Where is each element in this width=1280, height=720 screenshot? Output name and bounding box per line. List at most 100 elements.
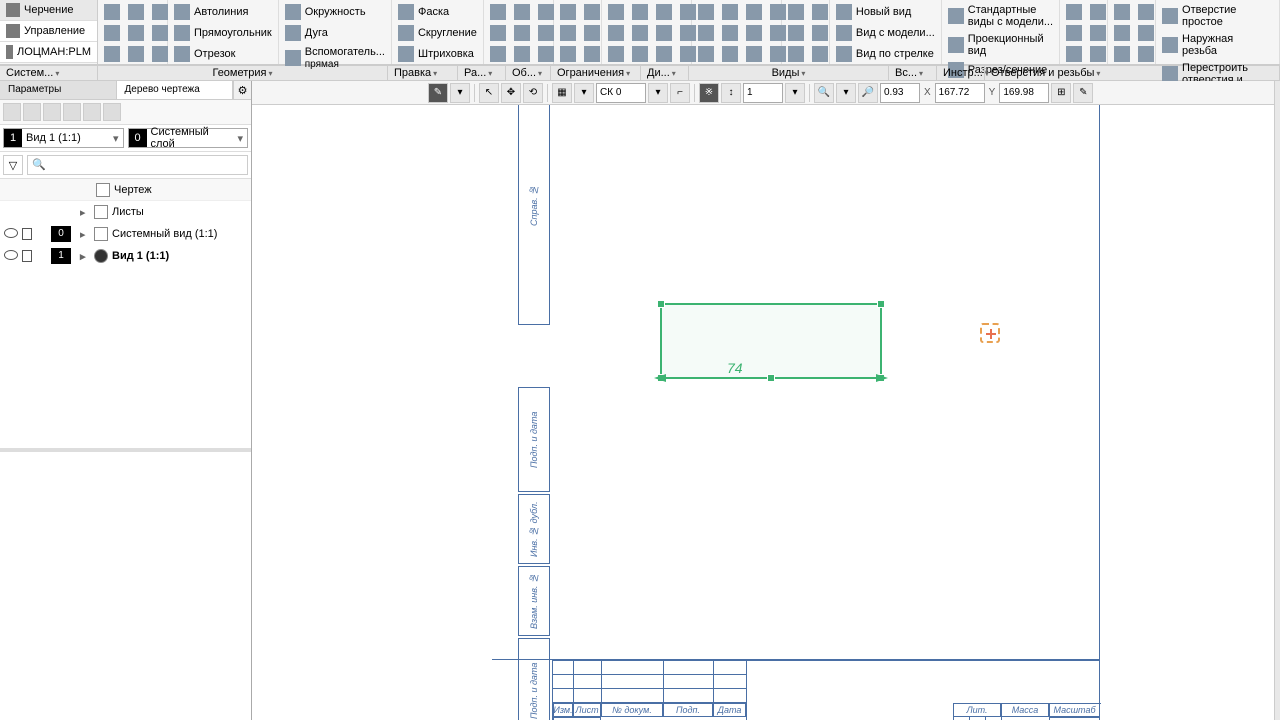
dropdown-arrow[interactable]: ▾ (450, 83, 470, 103)
vw-btn-3[interactable] (1062, 44, 1086, 64)
tab-plm[interactable]: ЛОЦМАН:PLM (0, 42, 97, 63)
vw-btn-6[interactable] (1086, 44, 1110, 64)
visibility-icon[interactable] (4, 250, 18, 260)
category-aux[interactable]: Вс...▾ (889, 66, 937, 80)
arc-button[interactable]: Дуга (281, 23, 389, 43)
snap-toggle[interactable]: ※ (699, 83, 719, 103)
tree-tb-6[interactable] (103, 103, 121, 121)
zoom-fit-button[interactable] (100, 44, 124, 64)
segment-button[interactable]: Отрезок (170, 44, 276, 64)
hatch-button[interactable]: Штриховка (394, 44, 481, 64)
std-views-button[interactable]: Стандартныевиды с модели... (944, 2, 1057, 30)
right-panel-strip[interactable] (1274, 81, 1280, 720)
dim-btn-4[interactable] (580, 2, 604, 22)
draw-mode-button[interactable]: ✎ (428, 83, 448, 103)
orbit-button[interactable]: ⟲ (523, 83, 543, 103)
print-button[interactable] (100, 23, 124, 43)
dim-btn-2[interactable] (556, 23, 580, 43)
coord-lock-button[interactable]: ⊞ (1051, 83, 1071, 103)
tree-tb-3[interactable] (43, 103, 61, 121)
visibility-icon[interactable] (4, 228, 18, 238)
diag-btn-3[interactable] (784, 44, 808, 64)
anno-btn-2[interactable] (604, 23, 628, 43)
ins-btn-3[interactable] (1110, 44, 1134, 64)
arrow-view-button[interactable]: Вид по стрелке (832, 44, 939, 64)
step-input[interactable] (743, 83, 783, 103)
tree-tb-5[interactable] (83, 103, 101, 121)
eyedropper-button[interactable]: ✎ (1073, 83, 1093, 103)
current-layer-select[interactable]: 0 Системный слой ▾ (128, 128, 249, 148)
zoom-out-button[interactable]: 🔎 (858, 83, 878, 103)
zoom-in-button[interactable]: 🔍 (814, 83, 834, 103)
autoline-button[interactable]: Автолиния (170, 2, 276, 22)
rectangle-button[interactable]: Прямоугольник (170, 23, 276, 43)
anno-btn-1[interactable] (604, 2, 628, 22)
model-view-button[interactable]: Вид с модели... (832, 23, 939, 43)
dim-btn-1[interactable] (556, 2, 580, 22)
category-edit[interactable]: Правка▾ (388, 66, 458, 80)
category-tools[interactable]: Инстр...▾ (937, 66, 985, 80)
filter-button[interactable]: ▽ (3, 155, 23, 175)
category-diag[interactable]: Ди...▾ (641, 66, 689, 80)
expand-icon[interactable]: ▸ (80, 228, 90, 241)
step-button[interactable]: ↕ (721, 83, 741, 103)
anno-btn-5[interactable] (628, 23, 652, 43)
category-anno[interactable]: Об...▾ (506, 66, 551, 80)
con-btn-1[interactable] (694, 2, 718, 22)
diag-btn-4[interactable] (808, 2, 832, 22)
tree-tb-2[interactable] (23, 103, 41, 121)
vw-btn-5[interactable] (1086, 23, 1110, 43)
anno-btn-6[interactable] (628, 44, 652, 64)
panel-tab-params[interactable]: Параметры (0, 81, 117, 99)
zoom-input[interactable] (880, 83, 920, 103)
vw-btn-1[interactable] (1062, 2, 1086, 22)
ins-btn-4[interactable] (1134, 2, 1158, 22)
con-btn-8[interactable] (742, 23, 766, 43)
ext-thread-button[interactable]: Наружнаярезьба (1158, 31, 1256, 59)
vw-btn-4[interactable] (1086, 2, 1110, 22)
dim-btn-3[interactable] (556, 44, 580, 64)
diag-btn-1[interactable] (784, 2, 808, 22)
grid-button[interactable]: ▦ (552, 83, 572, 103)
ins-btn-5[interactable] (1134, 23, 1158, 43)
expand-icon[interactable]: ▸ (80, 206, 90, 219)
x-coord-input[interactable] (935, 83, 985, 103)
edit-btn-1[interactable] (486, 2, 510, 22)
category-dim[interactable]: Ра...▾ (458, 66, 506, 80)
diag-btn-2[interactable] (784, 23, 808, 43)
edit-btn-5[interactable] (510, 23, 534, 43)
edit-btn-6[interactable] (510, 44, 534, 64)
vw-btn-2[interactable] (1062, 23, 1086, 43)
cs-select[interactable] (596, 83, 646, 103)
anno-btn-8[interactable] (652, 23, 676, 43)
dim-btn-5[interactable] (580, 23, 604, 43)
ortho-button[interactable]: ⌐ (670, 83, 690, 103)
fillet-button[interactable]: Скругление (394, 23, 481, 43)
open-file-button[interactable] (124, 2, 148, 22)
lock-icon[interactable] (22, 250, 32, 262)
diag-btn-5[interactable] (808, 23, 832, 43)
con-btn-4[interactable] (718, 2, 742, 22)
panel-tab-tree[interactable]: Дерево чертежа (117, 81, 234, 99)
con-btn-9[interactable] (742, 44, 766, 64)
edit-btn-3[interactable] (486, 44, 510, 64)
dim-btn-6[interactable] (580, 44, 604, 64)
cs-dropdown[interactable]: ▾ (648, 83, 668, 103)
zoom-dropdown[interactable]: ▾ (836, 83, 856, 103)
tree-search-input[interactable] (27, 155, 248, 175)
pan-button[interactable]: ✥ (501, 83, 521, 103)
drawing-canvas[interactable]: Справ. № Подп. и дата Инв. № дубл. Взам.… (252, 105, 1274, 720)
zoom-window-button[interactable] (124, 44, 148, 64)
step-dropdown[interactable]: ▾ (785, 83, 805, 103)
current-view-select[interactable]: 1 Вид 1 (1:1) ▾ (3, 128, 124, 148)
diag-btn-6[interactable] (808, 44, 832, 64)
y-coord-input[interactable] (999, 83, 1049, 103)
expand-icon[interactable]: ▸ (80, 250, 90, 263)
category-system[interactable]: Систем...▾ (0, 66, 98, 80)
chamfer-button[interactable]: Фаска (394, 2, 481, 22)
proj-view-button[interactable]: Проекционныйвид (944, 31, 1057, 59)
new-view-button[interactable]: Новый вид (832, 2, 939, 22)
tab-management[interactable]: Управление (0, 21, 97, 42)
edit-btn-2[interactable] (486, 23, 510, 43)
snap-button[interactable]: ▾ (574, 83, 594, 103)
